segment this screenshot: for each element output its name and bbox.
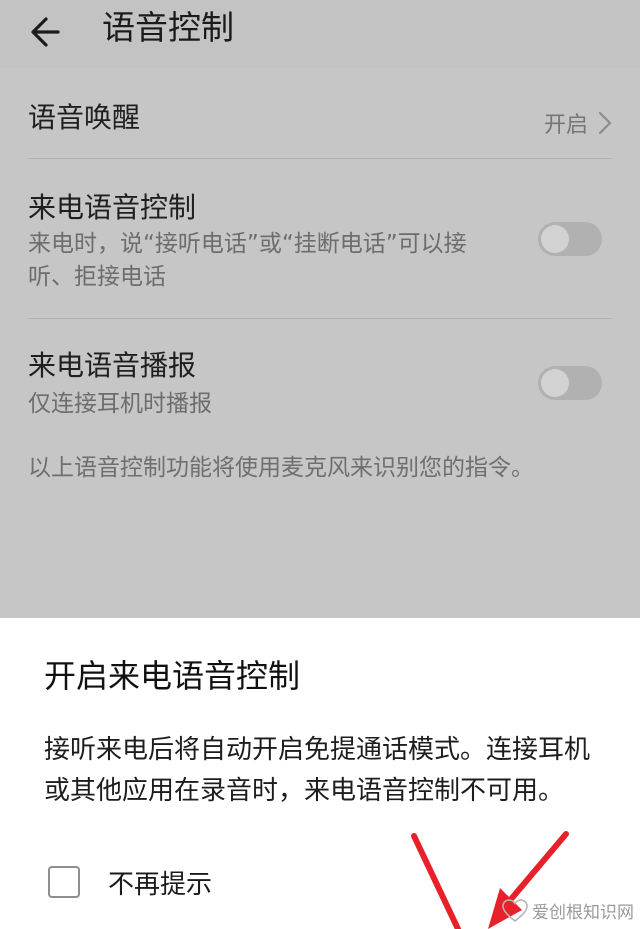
setting-incoming-call-announcement[interactable]: 来电语音播报 仅连接耳机时播报 [28,336,612,428]
enable-voice-control-dialog: 开启来电语音控制 接听来电后将自动开启免提通话模式。连接耳机或其他应用在录音时，… [0,618,640,929]
incoming-call-announcement-toggle[interactable] [538,366,602,400]
page-title: 语音控制 [102,8,234,47]
watermark: 爱创根知识网 [502,898,634,923]
divider [28,158,612,159]
dialog-message: 接听来电后将自动开启免提通话模式。连接耳机或其他应用在录音时，来电语音控制不可用… [44,735,591,806]
incoming-call-voice-control-toggle[interactable] [538,222,602,256]
dialog-title: 开启来电语音控制 [44,657,301,695]
toggle-knob [541,369,569,397]
voice-wakeup-value: 开启 [544,108,612,138]
dont-show-again-label: 不再提示 [108,869,213,900]
dont-show-again-option[interactable]: 不再提示 [48,864,212,900]
voice-wakeup-label: 语音唤醒 [28,101,141,134]
watermark-logo-icon [502,898,528,922]
incoming-call-announcement-label: 来电语音播报 [28,349,197,382]
watermark-text: 爱创根知识网 [532,903,634,923]
back-button[interactable] [22,6,74,58]
back-arrow-icon [31,17,60,47]
chevron-right-icon [598,111,612,135]
incoming-call-voice-control-description: 来电时，说“接听电话”或“挂断电话”可以接听、拒接电话 [28,231,467,290]
toggle-knob [541,225,569,253]
app-bar: 语音控制 [0,0,640,68]
incoming-call-voice-control-label: 来电语音控制 [28,191,197,224]
voice-wakeup-status: 开启 [543,113,588,138]
divider [28,318,612,319]
screen: 语音控制 语音唤醒 开启 来电语音控制 来电时，说“接听电话”或“挂断电话”可以… [0,0,640,929]
microphone-footnote: 以上语音控制功能将使用麦克风来识别您的指令。 [28,455,534,481]
dont-show-again-checkbox[interactable] [48,866,80,898]
incoming-call-announcement-description: 仅连接耳机时播报 [28,391,212,417]
setting-voice-wakeup[interactable]: 语音唤醒 开启 [28,90,612,158]
setting-incoming-call-voice-control[interactable]: 来电语音控制 来电时，说“接听电话”或“挂断电话”可以接听、拒接电话 [28,178,612,304]
